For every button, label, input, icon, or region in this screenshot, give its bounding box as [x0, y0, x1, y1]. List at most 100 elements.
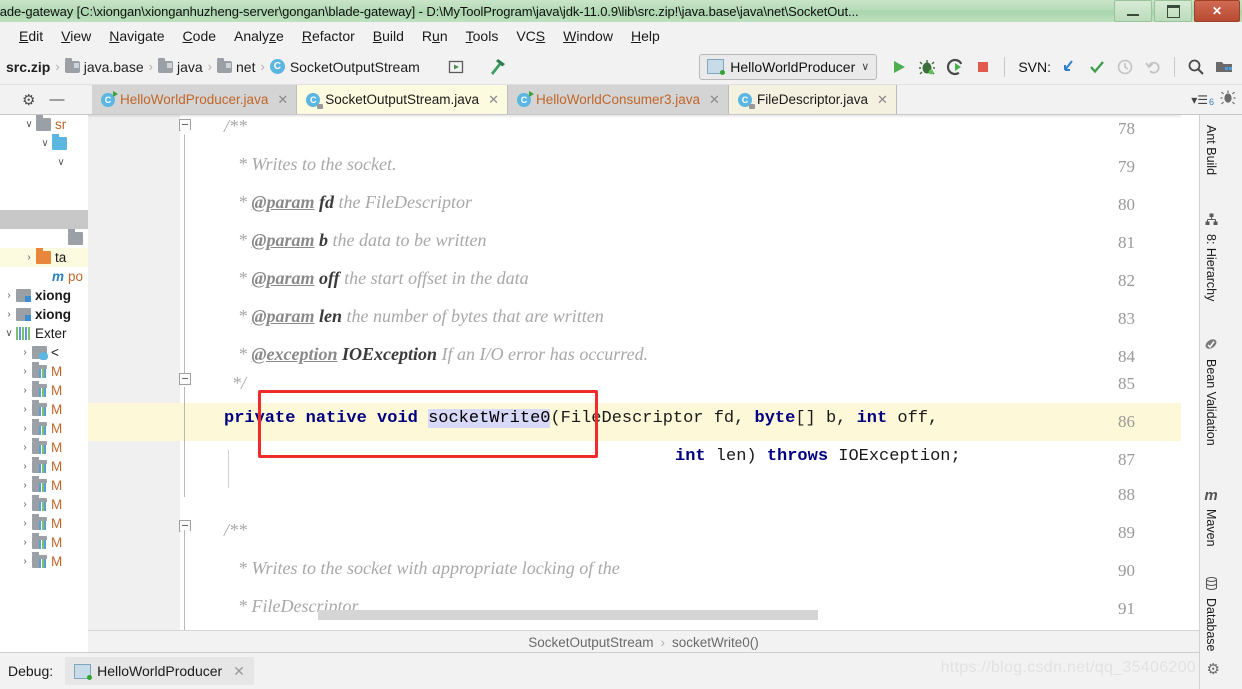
list-item[interactable]: › M [0, 381, 88, 400]
breadcrumb-item-javabase[interactable]: java.base [84, 59, 144, 75]
list-item[interactable]: › M [0, 514, 88, 533]
debug-icon[interactable] [913, 53, 941, 81]
tool-button-ant-build[interactable]: Ant Build [1204, 125, 1218, 175]
chevron-right-icon[interactable]: › [18, 556, 32, 567]
tree-item-blank-1[interactable] [0, 172, 88, 191]
list-item[interactable]: › M [0, 476, 88, 495]
chevron-down-icon[interactable]: ∨ [2, 328, 16, 339]
horizontal-scrollbar[interactable] [318, 610, 818, 620]
chevron-right-icon[interactable]: › [2, 309, 16, 320]
fold-marker-open[interactable] [179, 119, 192, 136]
minimize-button[interactable] [1114, 0, 1152, 22]
breadcrumb-method[interactable]: socketWrite0() [672, 635, 759, 650]
list-item[interactable]: › M [0, 438, 88, 457]
maximize-button[interactable] [1154, 0, 1192, 22]
editor-gutter[interactable] [88, 115, 180, 645]
chevron-down-icon[interactable]: ∨ [38, 138, 52, 149]
tree-item-selected[interactable] [0, 210, 88, 229]
tab-filedescriptor[interactable]: C FileDescriptor.java ✕ [728, 85, 897, 114]
tab-helloworldproducer[interactable]: C HelloWorldProducer.java ✕ [92, 85, 298, 114]
close-icon[interactable]: ✕ [877, 92, 888, 108]
settings-gear-icon[interactable]: ⚙ [22, 91, 35, 109]
chevron-right-icon[interactable]: › [18, 518, 32, 529]
menu-refactor[interactable]: Refactor [293, 26, 364, 46]
list-item[interactable]: › M [0, 362, 88, 381]
chevron-right-icon[interactable]: › [18, 499, 32, 510]
list-item[interactable]: › M [0, 533, 88, 552]
menu-navigate[interactable]: Navigate [100, 26, 173, 46]
menu-tools[interactable]: Tools [457, 26, 508, 46]
tree-item-jdk[interactable]: › < [0, 343, 88, 362]
hide-icon[interactable]: — [49, 91, 64, 108]
fold-marker-open-2[interactable] [179, 520, 192, 537]
chevron-right-icon[interactable]: › [18, 423, 32, 434]
tree-item-src[interactable]: ∨ sr [0, 115, 88, 134]
chevron-right-icon[interactable]: › [18, 366, 32, 377]
svn-update-icon[interactable] [1055, 53, 1083, 81]
close-icon[interactable]: ✕ [488, 92, 499, 108]
menu-code[interactable]: Code [174, 26, 225, 46]
menu-view[interactable]: View [52, 26, 100, 46]
build-hammer-icon[interactable] [484, 53, 512, 81]
tree-item-external-libraries[interactable]: ∨ Exter [0, 324, 88, 343]
chevron-right-icon[interactable]: › [18, 404, 32, 415]
chevron-right-icon[interactable]: › [2, 290, 16, 301]
stop-icon[interactable] [969, 53, 997, 81]
settings-gear-icon[interactable]: ⚙ [1207, 660, 1220, 678]
list-item[interactable]: › M [0, 552, 88, 571]
list-item[interactable]: › M [0, 419, 88, 438]
tree-item-child-1[interactable]: ∨ [0, 134, 88, 153]
chevron-down-icon[interactable]: ∨ [22, 119, 36, 130]
breadcrumb-item-socketoutputstream[interactable]: SocketOutputStream [290, 59, 420, 75]
chevron-right-icon[interactable]: › [22, 252, 36, 263]
project-structure-icon[interactable] [1210, 53, 1238, 81]
tree-item-pom[interactable]: m po [0, 267, 88, 286]
close-icon[interactable]: ✕ [233, 663, 245, 680]
tree-item-blank-2[interactable] [0, 191, 88, 210]
chevron-right-icon[interactable]: › [18, 480, 32, 491]
close-icon[interactable]: ✕ [709, 92, 720, 108]
list-item[interactable]: › M [0, 457, 88, 476]
tree-item-target[interactable]: › ta [0, 248, 88, 267]
close-icon[interactable]: ✕ [277, 92, 288, 108]
breadcrumb-item-net[interactable]: net [236, 59, 255, 75]
chevron-right-icon[interactable]: › [18, 347, 32, 358]
menu-analyze[interactable]: Analyze [225, 26, 293, 46]
menu-edit[interactable]: Edit [10, 26, 52, 46]
tab-list-icon[interactable]: ▾☰ 6 [1191, 93, 1214, 107]
tree-item-child-2[interactable]: ∨ [0, 153, 88, 172]
menu-build[interactable]: Build [364, 26, 413, 46]
svn-commit-icon[interactable] [1083, 53, 1111, 81]
chevron-right-icon[interactable]: › [18, 461, 32, 472]
list-item[interactable]: › M [0, 400, 88, 419]
menu-run[interactable]: Run [413, 26, 457, 46]
run-icon[interactable] [885, 53, 913, 81]
breadcrumb-item-java[interactable]: java [177, 59, 203, 75]
chevron-down-icon[interactable]: ∨ [54, 157, 68, 168]
breadcrumb-item-srczip[interactable]: src.zip [6, 59, 50, 75]
preview-icon[interactable] [442, 53, 470, 81]
code-text[interactable]: /** * Writes to the socket. * @param fd … [198, 115, 1181, 645]
tab-socketoutputstream[interactable]: C SocketOutputStream.java ✕ [297, 85, 508, 114]
tab-helloworldconsumer3[interactable]: C HelloWorldConsumer3.java ✕ [507, 85, 729, 114]
debug-session-tab[interactable]: HelloWorldProducer ✕ [65, 657, 254, 685]
search-everywhere-icon[interactable] [1182, 53, 1210, 81]
list-item[interactable]: › M [0, 495, 88, 514]
breadcrumb-class[interactable]: SocketOutputStream [528, 635, 653, 650]
chevron-right-icon[interactable]: › [18, 385, 32, 396]
tool-button-maven[interactable]: m Maven [1204, 487, 1218, 547]
tool-button-hierarchy[interactable]: 8: Hierarchy [1204, 213, 1218, 301]
chevron-right-icon[interactable]: › [18, 537, 32, 548]
menu-window[interactable]: Window [554, 26, 622, 46]
tree-item-child-3[interactable] [0, 229, 88, 248]
tool-button-bean-validation[interactable]: Bean Validation [1204, 337, 1218, 446]
menu-vcs[interactable]: VCS [507, 26, 554, 46]
tree-item-module-2[interactable]: › xiong [0, 305, 88, 324]
tree-item-module-1[interactable]: › xiong [0, 286, 88, 305]
code-editor[interactable]: 78 79 80 81 82 83 84 85 86 87 88 89 90 9… [88, 115, 1181, 645]
close-button[interactable]: ✕ [1194, 0, 1240, 22]
menu-help[interactable]: Help [622, 26, 669, 46]
run-configuration-selector[interactable]: HelloWorldProducer ∨ [699, 53, 878, 80]
chevron-right-icon[interactable]: › [18, 442, 32, 453]
fold-marker-close[interactable] [179, 373, 191, 385]
